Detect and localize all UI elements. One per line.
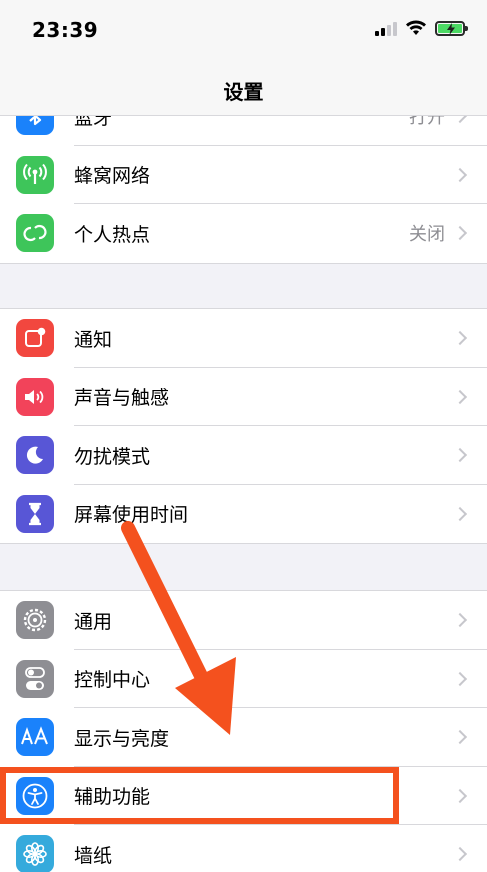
settings-group-connectivity: 蓝牙 打开 蜂窝网络 个人热点 关闭 [0, 116, 487, 264]
hourglass-icon [16, 494, 54, 533]
settings-row-notifications[interactable]: 通知 [0, 309, 487, 368]
chevron-right-icon [452, 788, 468, 803]
settings-row-sounds[interactable]: 声音与触感 [0, 368, 487, 426]
status-bar: 23:39 [0, 0, 487, 62]
chevron-right-icon [452, 226, 468, 241]
chevron-right-icon [452, 167, 468, 182]
gear-icon [16, 601, 54, 640]
settings-row-label: 个人热点 [74, 223, 151, 246]
chevron-right-icon [452, 506, 468, 521]
settings-group-general: 通用 控制中心 显示与亮度 辅助功能 墙纸 [0, 590, 487, 872]
bluetooth-icon [16, 116, 54, 136]
cellular-signal-icon [375, 20, 397, 36]
status-icons [375, 20, 468, 36]
settings-row-value: 打开 [409, 116, 445, 129]
settings-group-notifications: 通知 声音与触感 勿扰模式 屏幕使用时间 [0, 308, 487, 544]
chevron-right-icon [452, 331, 468, 346]
notification-icon [16, 319, 54, 358]
chevron-right-icon [452, 671, 468, 686]
chevron-right-icon [452, 613, 468, 628]
flower-icon [16, 835, 54, 872]
settings-row-wallpaper[interactable]: 墙纸 [0, 825, 487, 872]
navigation-bar: 设置 [0, 62, 487, 116]
settings-row-label: 墙纸 [74, 844, 113, 867]
battery-icon [435, 20, 468, 36]
settings-row-display-brightness[interactable]: 显示与亮度 [0, 708, 487, 767]
settings-row-label: 控制中心 [74, 669, 151, 692]
text-size-icon [16, 718, 54, 757]
settings-row-general[interactable]: 通用 [0, 591, 487, 650]
chevron-right-icon [452, 847, 468, 862]
chevron-right-icon [452, 389, 468, 404]
settings-row-control-center[interactable]: 控制中心 [0, 650, 487, 708]
wifi-icon [406, 20, 426, 35]
settings-row-cellular[interactable]: 蜂窝网络 [0, 146, 487, 204]
chevron-right-icon [452, 448, 468, 463]
page-title: 设置 [223, 80, 264, 104]
settings-row-bluetooth[interactable]: 蓝牙 打开 [0, 116, 487, 146]
status-time: 23:39 [32, 18, 99, 42]
settings-row-label: 勿扰模式 [74, 445, 151, 468]
annotation-highlight-box [0, 767, 399, 824]
speaker-icon [16, 377, 54, 416]
settings-row-value: 关闭 [409, 224, 445, 246]
settings-row-label: 通用 [74, 610, 113, 633]
settings-list[interactable]: 蓝牙 打开 蜂窝网络 个人热点 关闭 通知 声音与触感 勿扰模式 屏幕使用时间 … [0, 116, 487, 872]
settings-row-label: 显示与亮度 [74, 727, 170, 750]
hotspot-icon [16, 214, 54, 253]
settings-row-label: 声音与触感 [74, 387, 170, 410]
chevron-right-icon [452, 730, 468, 745]
settings-row-screen-time[interactable]: 屏幕使用时间 [0, 485, 487, 544]
settings-row-personal-hotspot[interactable]: 个人热点 关闭 [0, 204, 487, 263]
settings-row-label: 蜂窝网络 [74, 165, 151, 188]
antenna-icon [16, 155, 54, 194]
moon-icon [16, 436, 54, 475]
settings-row-label: 通知 [74, 328, 113, 351]
settings-row-do-not-disturb[interactable]: 勿扰模式 [0, 426, 487, 485]
toggles-icon [16, 659, 54, 698]
settings-row-label: 蓝牙 [74, 116, 113, 129]
chevron-right-icon [452, 116, 468, 124]
settings-row-label: 屏幕使用时间 [74, 504, 189, 527]
